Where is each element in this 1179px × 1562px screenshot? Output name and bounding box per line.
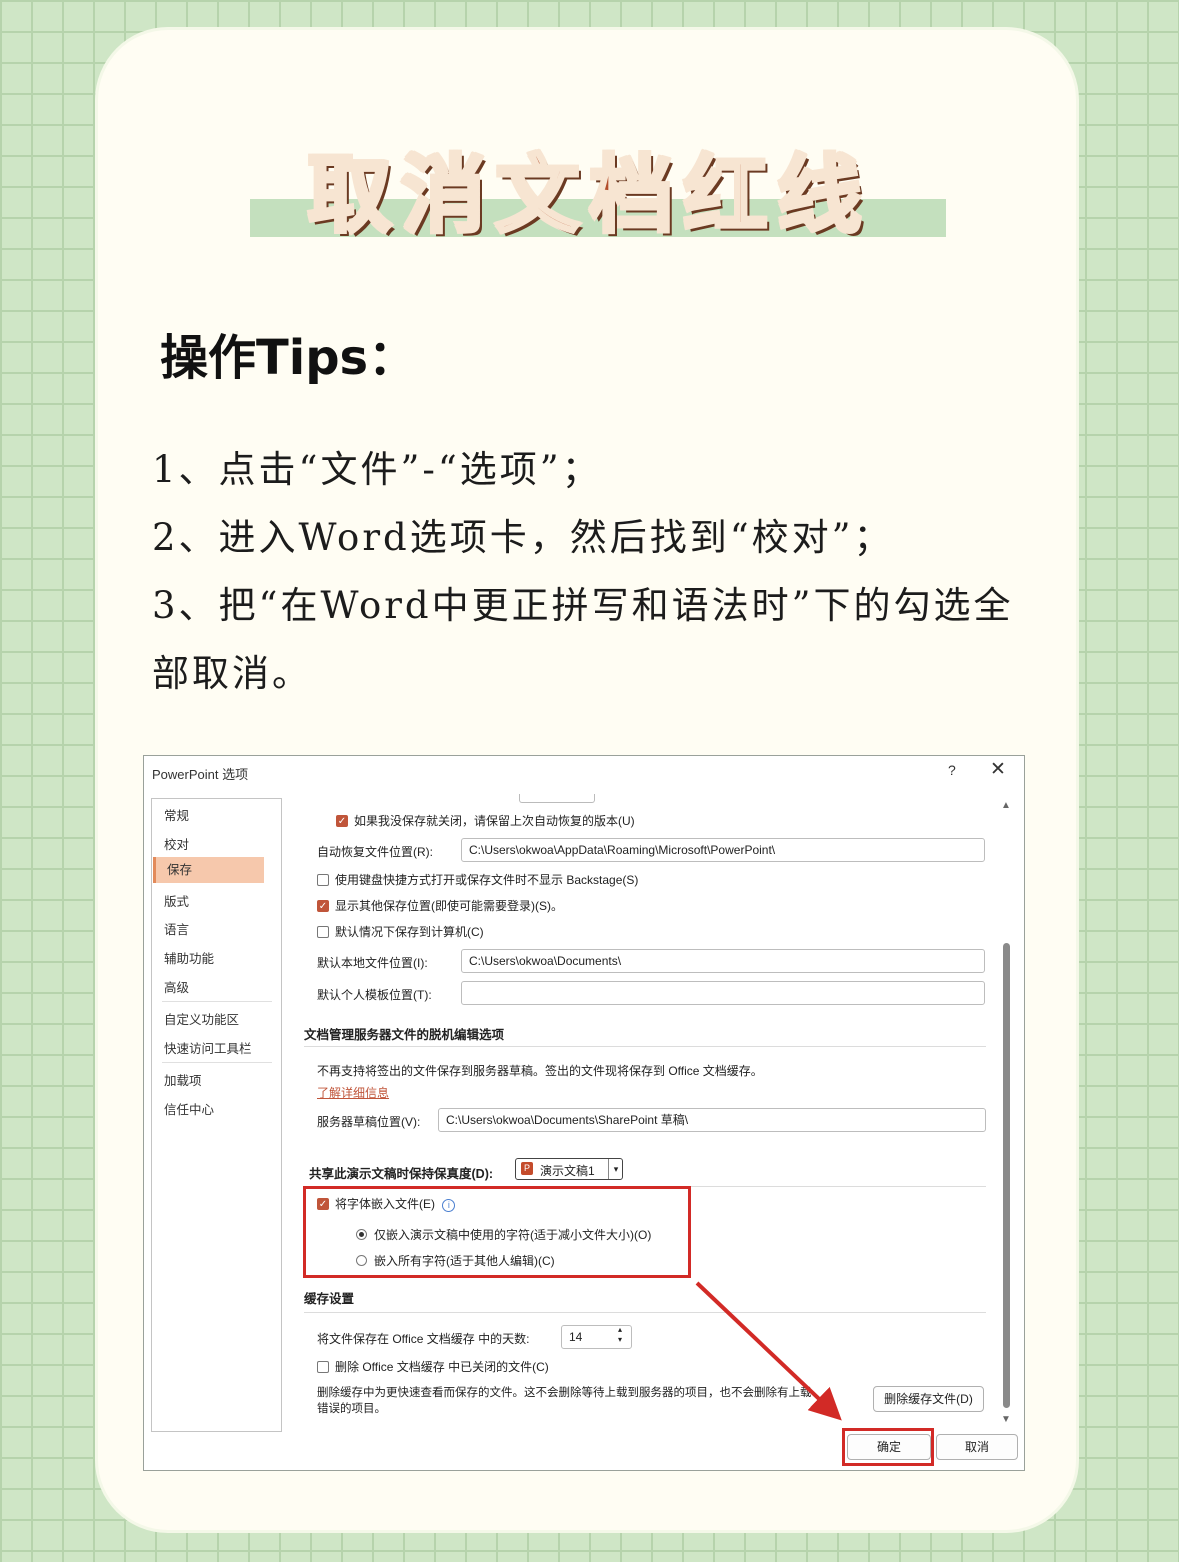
cache-days-label: 将文件保存在 Office 文档缓存 中的天数:: [317, 1332, 530, 1346]
personal-template-path-input[interactable]: [461, 981, 985, 1005]
options-dialog: PowerPoint 选项 ? ✕ 常规 校对 保存 版式 语言 辅助功能 高级…: [143, 755, 1025, 1471]
checkbox-checked-icon[interactable]: ✓: [336, 814, 348, 827]
dialog-title: PowerPoint 选项: [152, 767, 249, 782]
step-1: 1、点击“文件”-“选项”；: [152, 448, 602, 491]
autorecover-label: 自动恢复文件位置(R):: [317, 845, 433, 859]
nav-item-save[interactable]: 保存: [153, 857, 264, 883]
checkbox-unchecked-icon[interactable]: [317, 1360, 329, 1373]
delete-closed-option[interactable]: 删除 Office 文档缓存 中已关闭的文件(C): [317, 1358, 549, 1375]
personal-template-label: 默认个人模板位置(T):: [317, 988, 432, 1002]
cache-note-line-2: 错误的项目。: [317, 1403, 386, 1415]
cancel-button[interactable]: 取消: [936, 1434, 1018, 1460]
checkbox-unchecked-icon[interactable]: [317, 873, 329, 886]
scrollbar-thumb[interactable]: [1003, 943, 1010, 1408]
cache-section-heading: 缓存设置: [304, 1292, 355, 1306]
checkbox-checked-icon[interactable]: ✓: [317, 899, 329, 912]
server-drafts-label: 服务器草稿位置(V):: [317, 1115, 421, 1129]
no-backstage-option[interactable]: 使用键盘快捷方式打开或保存文件时不显示 Backstage(S): [317, 871, 638, 888]
fidelity-label: 共享此演示文稿时保持保真度(D):: [309, 1167, 494, 1181]
nav-item-quick-access[interactable]: 快速访问工具栏: [164, 1038, 252, 1057]
close-icon[interactable]: ✕: [990, 758, 1006, 781]
minutes-stepper-stub[interactable]: [519, 794, 595, 803]
nav-divider: [162, 1001, 272, 1002]
page-title: 取消文档红线: [305, 144, 872, 246]
section-divider: [304, 1312, 986, 1313]
nav-item-accessibility[interactable]: 辅助功能: [164, 948, 214, 967]
keep-last-version-option[interactable]: ✓ 如果我没保存就关闭，请保留上次自动恢复的版本(U): [336, 812, 635, 829]
autorecover-path-input[interactable]: C:\Users\okwoa\AppData\Roaming\Microsoft…: [461, 838, 985, 862]
nav-item-customize-ribbon[interactable]: 自定义功能区: [164, 1009, 239, 1028]
nav-divider: [162, 1062, 272, 1063]
offline-section-heading: 文档管理服务器文件的脱机编辑选项: [304, 1028, 505, 1042]
show-more-locations-label: 显示其他保存位置(即使可能需要登录)(S)。: [335, 899, 563, 913]
scroll-up-icon[interactable]: ▲: [1001, 800, 1011, 811]
cache-days-stepper[interactable]: 14 ▴ ▾: [561, 1325, 632, 1349]
fidelity-document-select[interactable]: P 演示文稿1 ▾: [515, 1158, 623, 1180]
nav-item-layout[interactable]: 版式: [164, 891, 189, 910]
nav-item-general[interactable]: 常规: [164, 805, 189, 824]
delete-cache-button[interactable]: 删除缓存文件(D): [873, 1386, 984, 1412]
offline-note: 不再支持将签出的文件保存到服务器草稿。签出的文件现将保存到 Office 文档缓…: [317, 1064, 763, 1078]
stepper-arrows-icon[interactable]: ▴ ▾: [618, 1325, 622, 1345]
step-3: 3、把“在Word中更正拼写和语法时”下的勾选全部取消。: [152, 584, 1014, 695]
keep-last-version-label: 如果我没保存就关闭，请保留上次自动恢复的版本(U): [354, 814, 635, 828]
default-local-label: 默认本地文件位置(I):: [317, 956, 428, 970]
scroll-down-icon[interactable]: ▼: [1001, 1414, 1011, 1425]
nav-item-trust-center[interactable]: 信任中心: [164, 1099, 214, 1118]
section-divider: [304, 1046, 986, 1047]
help-icon[interactable]: ?: [948, 762, 956, 778]
show-more-locations-option[interactable]: ✓ 显示其他保存位置(即使可能需要登录)(S)。: [317, 897, 563, 914]
steps-list: 1、点击“文件”-“选项”； 2、进入Word选项卡，然后找到“校对”； 3、把…: [152, 436, 1032, 708]
step-2: 2、进入Word选项卡，然后找到“校对”；: [152, 516, 894, 559]
powerpoint-file-icon: P: [521, 1162, 533, 1175]
nav-item-advanced[interactable]: 高级: [164, 977, 189, 996]
default-local-path-input[interactable]: C:\Users\okwoa\Documents\: [461, 949, 985, 973]
nav-item-proofing[interactable]: 校对: [164, 834, 189, 853]
save-to-computer-label: 默认情况下保存到计算机(C): [335, 925, 484, 939]
chevron-down-icon[interactable]: ▾: [608, 1159, 623, 1179]
nav-item-addins[interactable]: 加载项: [164, 1070, 202, 1089]
embed-fonts-highlight-box: [303, 1186, 691, 1278]
save-options-panel: ✓ 如果我没保存就关闭，请保留上次自动恢复的版本(U) 自动恢复文件位置(R): …: [284, 794, 989, 1432]
ok-button-highlight-box: [842, 1428, 934, 1466]
no-backstage-label: 使用键盘快捷方式打开或保存文件时不显示 Backstage(S): [335, 873, 639, 887]
tips-heading: 操作Tips：: [160, 330, 417, 386]
nav-item-language[interactable]: 语言: [164, 919, 189, 938]
fidelity-document-name: 演示文稿1: [540, 1164, 595, 1178]
save-to-computer-option[interactable]: 默认情况下保存到计算机(C): [317, 923, 484, 940]
options-nav: 常规 校对 保存 版式 语言 辅助功能 高级 自定义功能区 快速访问工具栏 加载…: [151, 798, 282, 1432]
checkbox-unchecked-icon[interactable]: [317, 925, 329, 938]
learn-more-link[interactable]: 了解详细信息: [317, 1084, 389, 1101]
server-drafts-path-input[interactable]: C:\Users\okwoa\Documents\SharePoint 草稿\: [438, 1108, 986, 1132]
delete-closed-label: 删除 Office 文档缓存 中已关闭的文件(C): [335, 1360, 549, 1374]
cache-note-line-1: 删除缓存中为更快速查看而保存的文件。这不会删除等待上载到服务器的项目，也不会删除…: [317, 1387, 812, 1399]
cache-days-value: 14: [569, 1330, 583, 1344]
